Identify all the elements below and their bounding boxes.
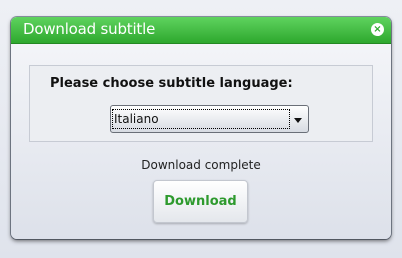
language-select[interactable]: Italiano xyxy=(110,105,309,133)
dialog-title: Download subtitle xyxy=(23,20,156,38)
status-text: Download complete xyxy=(141,158,261,172)
language-prompt: Please choose subtitle language: xyxy=(50,76,293,91)
download-subtitle-dialog: Download subtitle × Please choose subtit… xyxy=(11,17,391,239)
title-bar: Download subtitle × xyxy=(11,17,391,44)
chevron-down-icon[interactable] xyxy=(294,118,302,123)
language-select-value: Italiano xyxy=(112,109,290,129)
language-panel: Please choose subtitle language: Italian… xyxy=(29,65,373,142)
download-button[interactable]: Download xyxy=(153,180,248,223)
close-icon[interactable]: × xyxy=(371,23,384,36)
